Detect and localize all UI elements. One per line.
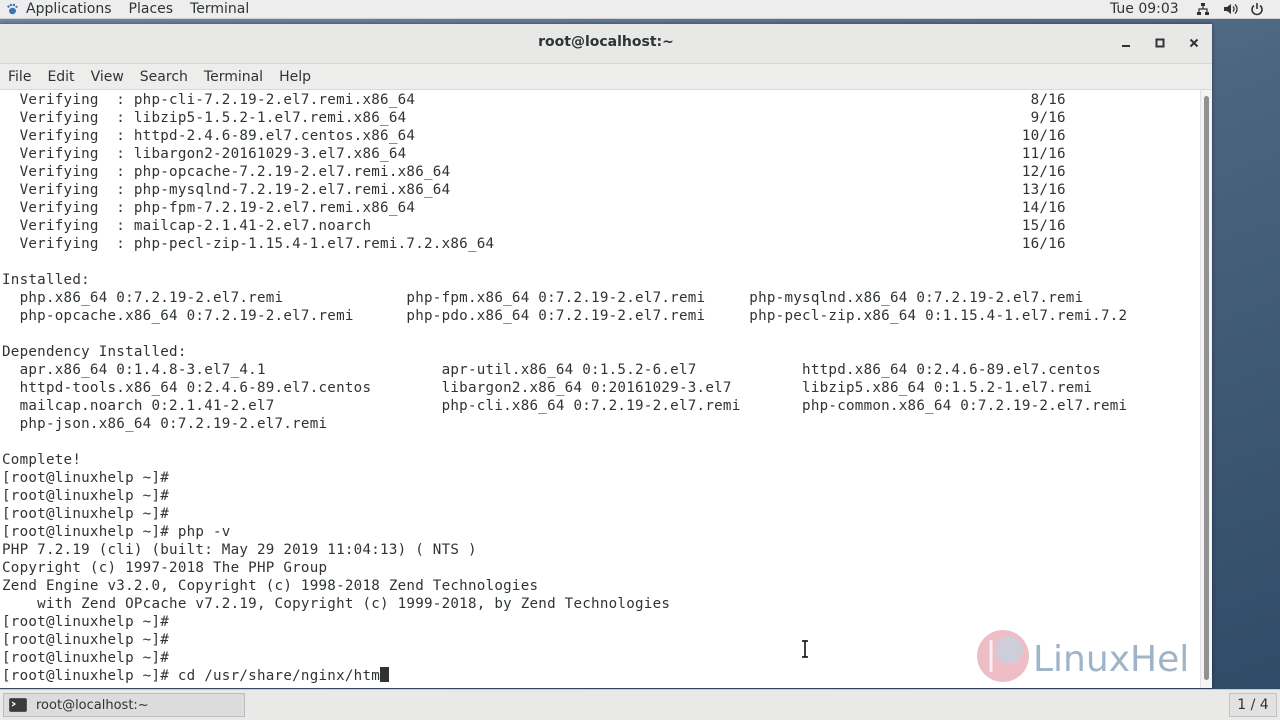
terminal-line: Copyright (c) 1997-2018 The PHP Group — [2, 560, 328, 576]
network-icon — [1195, 1, 1211, 17]
terminal-line: [root@linuxhelp ~]# — [2, 650, 170, 666]
current-command: [root@linuxhelp ~]# cd /usr/share/nginx/… — [2, 668, 381, 684]
terminal-scrollbar[interactable] — [1200, 90, 1212, 688]
terminal-app-menu[interactable]: Terminal — [182, 0, 258, 19]
bottom-taskbar: root@localhost:~ 1 / 4 — [0, 689, 1280, 720]
applications-menu[interactable]: Applications — [0, 0, 121, 19]
taskbar-window-label: root@localhost:~ — [36, 697, 149, 713]
terminal-line: php-json.x86_64 0:7.2.19-2.el7.remi — [2, 416, 328, 432]
terminal-line: Verifying : httpd-2.4.6-89.el7.centos.x8… — [2, 128, 1066, 144]
current-command-line[interactable]: [root@linuxhelp ~]# cd /usr/share/nginx/… — [2, 667, 390, 685]
maximize-icon — [1155, 38, 1165, 48]
menu-help[interactable]: Help — [271, 69, 318, 85]
applications-menu-label: Applications — [26, 1, 112, 17]
terminal-line: php-opcache.x86_64 0:7.2.19-2.el7.remi p… — [2, 308, 1128, 324]
terminal-line: Installed: — [2, 272, 90, 288]
menu-search[interactable]: Search — [132, 69, 195, 85]
terminal-line: php.x86_64 0:7.2.19-2.el7.remi php-fpm.x… — [2, 290, 1084, 306]
window-menubar: File Edit View Search Terminal Help — [0, 64, 1212, 90]
minimize-icon — [1122, 45, 1130, 47]
menu-view[interactable]: View — [83, 69, 131, 85]
terminal-line: Verifying : php-opcache-7.2.19-2.el7.rem… — [2, 164, 1066, 180]
menu-terminal[interactable]: Terminal — [196, 69, 270, 85]
terminal-line: [root@linuxhelp ~]# — [2, 632, 170, 648]
terminal-line: [root@linuxhelp ~]# php -v — [2, 524, 231, 540]
terminal-window: root@localhost:~ File Edit View Search T… — [0, 24, 1212, 688]
terminal-app-menu-label: Terminal — [190, 1, 250, 17]
close-icon — [1189, 38, 1199, 48]
terminal-line: Verifying : php-cli-7.2.19-2.el7.remi.x8… — [2, 92, 1066, 108]
terminal-line: Verifying : mailcap-2.1.41-2.el7.noarch … — [2, 218, 1066, 234]
terminal-line: httpd-tools.x86_64 0:2.4.6-89.el7.centos… — [2, 380, 1093, 396]
places-menu[interactable]: Places — [121, 0, 183, 19]
scrollbar-thumb[interactable] — [1204, 96, 1209, 680]
terminal-line: with Zend OPcache v7.2.19, Copyright (c)… — [2, 596, 671, 612]
menu-edit[interactable]: Edit — [39, 69, 81, 85]
terminal-line: Verifying : php-pecl-zip-1.15.4-1.el7.re… — [2, 236, 1066, 252]
volume-icon — [1222, 1, 1238, 17]
system-menu[interactable] — [1195, 1, 1265, 17]
terminal-line: Verifying : libargon2-20161029-3.el7.x86… — [2, 146, 1066, 162]
terminal-line: [root@linuxhelp ~]# — [2, 506, 170, 522]
terminal-line: [root@linuxhelp ~]# — [2, 614, 170, 630]
terminal-icon — [9, 698, 27, 712]
window-titlebar[interactable]: root@localhost:~ — [0, 24, 1212, 64]
top-bar: Applications Places Terminal Tue 09:03 — [0, 0, 1280, 19]
taskbar-window-button[interactable]: root@localhost:~ — [3, 693, 245, 717]
places-menu-label: Places — [128, 1, 174, 17]
mouse-pointer-icon — [800, 640, 810, 662]
terminal-line: PHP 7.2.19 (cli) (built: May 29 2019 11:… — [2, 542, 477, 558]
window-title: root@localhost:~ — [538, 34, 674, 50]
watermark-logo: LinuxHel — [975, 628, 1212, 688]
terminal-line: Verifying : php-fpm-7.2.19-2.el7.remi.x8… — [2, 200, 1066, 216]
svg-text:LinuxHel: LinuxHel — [1033, 639, 1189, 680]
terminal-line: Dependency Installed: — [2, 344, 187, 360]
terminal-line: [root@linuxhelp ~]# — [2, 488, 170, 504]
terminal-line: Complete! — [2, 452, 82, 468]
terminal-output[interactable]: Verifying : php-cli-7.2.19-2.el7.remi.x8… — [0, 90, 1200, 688]
text-cursor — [380, 667, 390, 682]
terminal-line: [root@linuxhelp ~]# — [2, 470, 170, 486]
minimize-button[interactable] — [1117, 34, 1135, 52]
terminal-line: Verifying : php-mysqlnd-7.2.19-2.el7.rem… — [2, 182, 1066, 198]
power-icon — [1249, 1, 1265, 17]
workspace-switcher[interactable]: 1 / 4 — [1229, 693, 1277, 717]
linuxhelp-logo-icon: LinuxHel — [977, 630, 1189, 682]
clock[interactable]: Tue 09:03 — [1110, 0, 1179, 19]
menu-file[interactable]: File — [0, 69, 38, 85]
maximize-button[interactable] — [1151, 34, 1169, 52]
terminal-line: Verifying : libzip5-1.5.2-1.el7.remi.x86… — [2, 110, 1066, 126]
terminal-line: mailcap.noarch 0:2.1.41-2.el7 php-cli.x8… — [2, 398, 1128, 414]
terminal-line: Zend Engine v3.2.0, Copyright (c) 1998-2… — [2, 578, 539, 594]
terminal-line: apr.x86_64 0:1.4.8-3.el7_4.1 apr-util.x8… — [2, 362, 1101, 378]
foot-icon — [7, 3, 18, 15]
close-button[interactable] — [1185, 34, 1203, 52]
